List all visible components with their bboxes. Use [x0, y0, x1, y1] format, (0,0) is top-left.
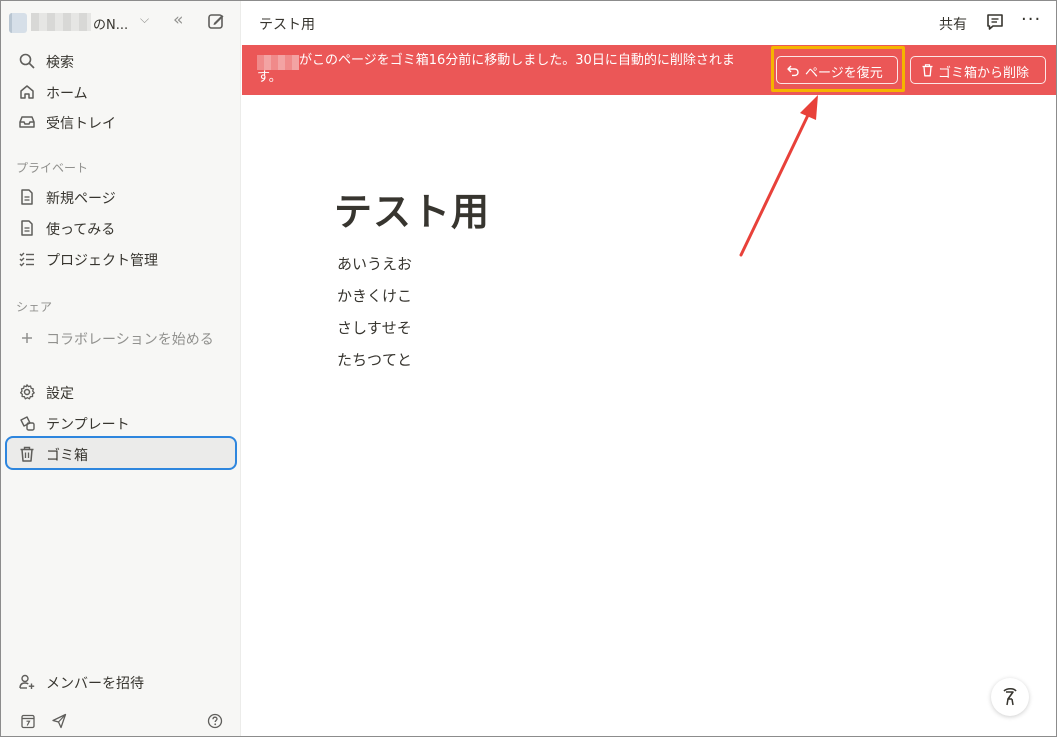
workspace-icon	[9, 13, 27, 33]
sidebar-item-label: プロジェクト管理	[46, 253, 158, 269]
page-icon	[21, 220, 33, 236]
breadcrumb-page[interactable]: テスト用	[259, 14, 315, 34]
delete-from-trash-label: ゴミ箱から削除	[938, 66, 1030, 81]
sidebar-item-label: 新規ページ	[46, 191, 116, 207]
comment-icon[interactable]	[985, 12, 1005, 32]
sidebar-item-label: テンプレート	[46, 417, 130, 433]
banner-message-row: がこのページをゴミ箱16分前に移動しました。30日に自動的に削除されます。	[257, 52, 757, 86]
chevron-down-icon[interactable]: ⌵	[140, 12, 149, 27]
sidebar-item-trash[interactable]: ゴミ箱	[5, 436, 237, 470]
help-fab[interactable]	[991, 678, 1029, 716]
home-icon	[20, 85, 34, 99]
page-title[interactable]: テスト用	[334, 181, 490, 236]
search-icon	[19, 53, 35, 69]
double-chevron-left-icon[interactable]: «	[173, 10, 183, 30]
sidebar-footer	[1, 709, 240, 735]
edit-icon[interactable]	[207, 12, 225, 30]
text-block[interactable]: さしすせそ	[337, 317, 412, 338]
sidebar-item-label: コラボレーションを始める	[46, 332, 214, 348]
workspace-switcher[interactable]: のN... ⌵	[1, 1, 240, 43]
sidebar-item-new-page[interactable]: 新規ページ	[6, 183, 236, 211]
sidebar-item-label: 検索	[46, 55, 74, 71]
sidebar-item-home[interactable]: ホーム	[6, 78, 236, 106]
invite-members-label: メンバーを招待	[46, 676, 144, 692]
app-window: のN... ⌵ « 検索 ホーム 受信トレイ プライベート 新規ページ 使ってみ…	[0, 0, 1057, 737]
invite-members-button[interactable]: メンバーを招待	[6, 668, 236, 696]
delete-from-trash-button[interactable]: ゴミ箱から削除	[910, 56, 1046, 84]
topbar: テスト用 共有 ···	[242, 1, 1056, 45]
sidebar: のN... ⌵ « 検索 ホーム 受信トレイ プライベート 新規ページ 使ってみ…	[1, 1, 241, 736]
share-button[interactable]: 共有	[939, 14, 967, 34]
more-icon[interactable]: ···	[1021, 9, 1041, 30]
trash-icon	[20, 446, 34, 462]
calendar-icon[interactable]	[20, 713, 36, 729]
section-label-shared[interactable]: シェア	[16, 298, 52, 315]
sidebar-item-search[interactable]: 検索	[6, 47, 236, 75]
sidebar-item-getting-started[interactable]: 使ってみる	[6, 214, 236, 242]
workspace-name: のN...	[93, 18, 129, 33]
sidebar-item-label: 使ってみる	[46, 222, 116, 238]
text-block[interactable]: たちつてと	[337, 349, 412, 370]
workspace-name-redacted	[31, 13, 91, 31]
sidebar-item-inbox[interactable]: 受信トレイ	[6, 108, 236, 136]
checklist-icon	[19, 252, 34, 267]
sidebar-item-templates[interactable]: テンプレート	[6, 409, 236, 437]
sidebar-item-label: ホーム	[46, 86, 88, 102]
sidebar-item-start-collaboration[interactable]: コラボレーションを始める	[6, 324, 236, 352]
banner-message: がこのページをゴミ箱16分前に移動しました。30日に自動的に削除されます。	[257, 53, 735, 85]
sidebar-item-project-management[interactable]: プロジェクト管理	[6, 245, 236, 273]
section-label-private[interactable]: プライベート	[16, 159, 88, 176]
help-icon[interactable]	[207, 713, 223, 729]
trash-icon	[922, 64, 933, 77]
send-icon[interactable]	[51, 713, 67, 729]
text-block[interactable]: あいうえお	[337, 253, 412, 274]
trash-banner: がこのページをゴミ箱16分前に移動しました。30日に自動的に削除されます。 ペー…	[242, 45, 1056, 95]
sidebar-item-label: 設定	[46, 386, 74, 402]
invite-user-icon	[19, 674, 35, 689]
plus-icon	[22, 333, 32, 343]
sidebar-item-label: ゴミ箱	[46, 448, 88, 464]
gear-icon	[19, 384, 35, 400]
sidebar-item-settings[interactable]: 設定	[6, 378, 236, 406]
highlight-box	[771, 46, 905, 92]
assistant-icon	[1003, 687, 1017, 706]
text-block[interactable]: かきくけこ	[337, 285, 412, 306]
templates-icon	[20, 416, 35, 431]
inbox-icon	[19, 116, 35, 128]
page-icon	[21, 189, 33, 205]
sidebar-item-label: 受信トレイ	[46, 116, 116, 132]
